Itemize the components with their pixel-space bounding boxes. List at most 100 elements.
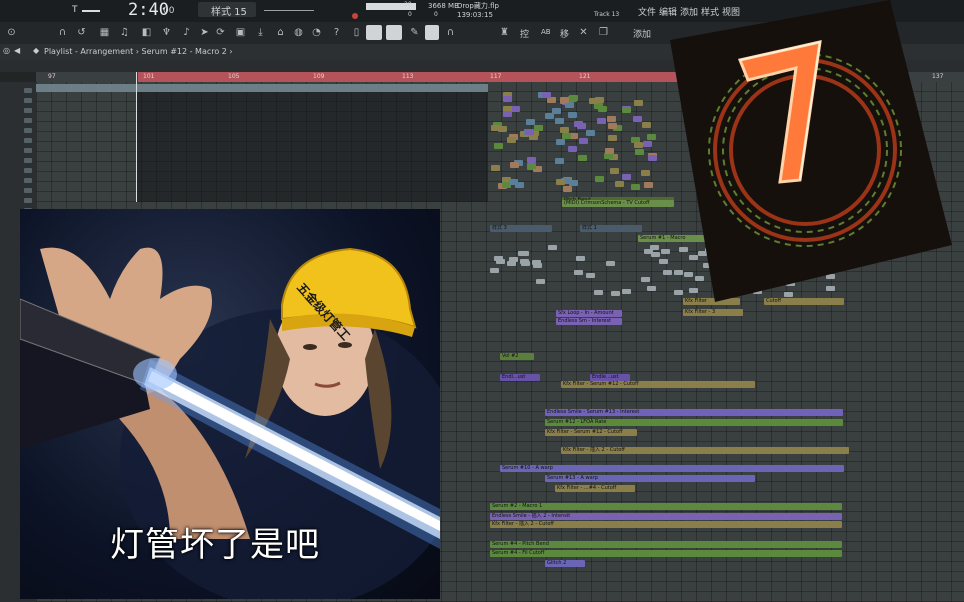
plugin-icon[interactable]: ◧: [140, 26, 153, 39]
speaker-icon[interactable]: ◀: [14, 46, 20, 55]
pattern-clip[interactable]: [498, 126, 507, 132]
automation-clip[interactable]: Serum #4 - Fil Cutoff: [490, 550, 842, 557]
pattern-clip[interactable]: [568, 112, 577, 118]
pattern-clip[interactable]: [574, 121, 583, 127]
mixer-icon[interactable]: ♆: [160, 26, 173, 39]
pattern-clip[interactable]: [521, 261, 530, 266]
track-mute-button[interactable]: [24, 108, 32, 113]
pattern-clip[interactable]: [597, 118, 606, 124]
pattern-clip[interactable]: [568, 96, 577, 102]
pattern-clip[interactable]: [615, 181, 624, 187]
piano-icon[interactable]: ♫: [118, 26, 131, 39]
automation-clip[interactable]: Serum #10 - A warp: [500, 465, 844, 472]
automation-clip[interactable]: Endless Sm - Interest: [556, 318, 622, 325]
automation-clip[interactable]: Sfx Loop - In - Amount: [556, 310, 622, 317]
browser-icon[interactable]: ▣: [234, 26, 247, 39]
pattern-clip[interactable]: [606, 261, 615, 266]
pattern-clip[interactable]: [511, 106, 520, 112]
pattern-selector[interactable]: 样式 15: [198, 2, 256, 18]
pattern-clip[interactable]: [586, 273, 595, 278]
pattern-clip[interactable]: [586, 130, 595, 136]
track-mute-button[interactable]: [24, 98, 32, 103]
pattern-clip[interactable]: [527, 163, 536, 169]
pattern-clip[interactable]: [560, 127, 569, 133]
pattern-clip[interactable]: [536, 279, 545, 284]
track-mute-button[interactable]: [24, 148, 32, 153]
pattern-clip[interactable]: [503, 96, 512, 102]
automation-clip[interactable]: Kfx Filter - 3: [683, 309, 743, 316]
stamp-icon[interactable]: ♜: [498, 26, 511, 39]
pattern-clip[interactable]: [545, 113, 554, 119]
pattern-clip[interactable]: [518, 251, 527, 256]
pattern-clip[interactable]: [594, 290, 603, 295]
track-mute-button[interactable]: [24, 128, 32, 133]
pattern-clip[interactable]: [595, 176, 604, 182]
pattern-clip[interactable]: [555, 118, 564, 124]
pattern-clip[interactable]: [556, 139, 565, 145]
pattern-slider[interactable]: [264, 10, 314, 11]
automation-clip[interactable]: Kfx Filter - 插入 2 - Cutoff: [490, 521, 842, 528]
automation-clip[interactable]: Serum #4 - Pitch Bend: [490, 541, 842, 548]
pattern-clip[interactable]: [509, 257, 518, 262]
mic-icon[interactable]: ◍: [292, 26, 305, 39]
pattern-clip[interactable]: [525, 129, 534, 135]
automation-clip[interactable]: Kfx Filter - Serum #12 - Cutoff: [561, 381, 755, 388]
pattern-clip[interactable]: [556, 179, 565, 185]
pattern-clip[interactable]: [510, 162, 519, 168]
automation-clip[interactable]: Kfx Filter - Serum #12 - Cutoff: [545, 429, 637, 436]
volume-slider[interactable]: [82, 10, 100, 12]
zoom-icon[interactable]: ◎: [3, 46, 10, 55]
pattern-clip[interactable]: [494, 143, 503, 149]
automation-clip[interactable]: Endl...ust: [500, 374, 540, 381]
pattern-clip[interactable]: [574, 270, 583, 275]
refresh-icon[interactable]: ⟳: [214, 26, 227, 39]
track-mute-button[interactable]: [24, 158, 32, 163]
rec-icon[interactable]: [352, 13, 358, 19]
pattern-clip[interactable]: [507, 137, 516, 143]
pattern-clip[interactable]: [542, 92, 551, 98]
track-mute-button[interactable]: [24, 198, 32, 203]
pattern-clip[interactable]: [605, 148, 614, 154]
pattern-clip[interactable]: [589, 98, 598, 104]
grid-icon[interactable]: ▦: [98, 26, 111, 39]
track-mute-button[interactable]: [24, 138, 32, 143]
draw-mode-button[interactable]: [366, 25, 382, 40]
delete-icon[interactable]: ✕: [577, 26, 590, 39]
toolbar-label-ab[interactable]: AB: [541, 28, 551, 36]
pattern-clip[interactable]: [503, 111, 512, 117]
pattern-clip[interactable]: [576, 256, 585, 261]
automation-clip[interactable]: Serum #12 - LFOA Rate: [545, 419, 843, 426]
toolbar-label-ctrl[interactable]: 控: [520, 27, 529, 40]
automation-clip[interactable]: Endless Smile - Serum #13 - Interest: [545, 409, 843, 416]
toolbar-label-move[interactable]: 移: [560, 27, 569, 40]
track-mute-button[interactable]: [24, 118, 32, 123]
pattern-clip[interactable]: [490, 268, 499, 273]
automation-lane[interactable]: [36, 84, 488, 92]
help-icon[interactable]: ?: [330, 26, 343, 39]
pattern-clip[interactable]: [568, 146, 577, 152]
pattern-clip[interactable]: [548, 245, 557, 250]
lock-icon[interactable]: ∩: [444, 26, 457, 39]
pattern-clip[interactable]: [515, 182, 524, 188]
automation-clip[interactable]: Endless Smile - 插入 2 - Intensit: [490, 513, 842, 520]
automation-clip[interactable]: Kfx Filter - ...#4 - Cutoff: [555, 485, 635, 492]
device-icon[interactable]: ▯: [350, 26, 363, 39]
automation-clip[interactable]: Glitch 2: [545, 560, 585, 567]
automation-clip[interactable]: Endle...ust: [590, 374, 630, 381]
automation-clip[interactable]: 样式 3: [490, 225, 552, 232]
pattern-clip[interactable]: [598, 106, 607, 112]
download-icon[interactable]: ⤓: [254, 26, 267, 39]
copy-icon[interactable]: ❐: [597, 26, 610, 39]
pattern-clip[interactable]: [610, 168, 619, 174]
track-mute-button[interactable]: [24, 88, 32, 93]
pattern-clip[interactable]: [555, 158, 564, 164]
paint-mode-button[interactable]: [386, 25, 402, 40]
loop-icon[interactable]: ↺: [75, 26, 88, 39]
track-mute-button[interactable]: [24, 188, 32, 193]
pattern-clip[interactable]: [491, 165, 500, 171]
track-mute-button[interactable]: [24, 178, 32, 183]
pattern-clip[interactable]: [608, 123, 617, 129]
channel-icon[interactable]: ♪: [180, 26, 193, 39]
pattern-clip[interactable]: [608, 135, 617, 141]
automation-clip[interactable]: Kfx Filter - 插入 2 - Cutoff: [561, 447, 849, 454]
